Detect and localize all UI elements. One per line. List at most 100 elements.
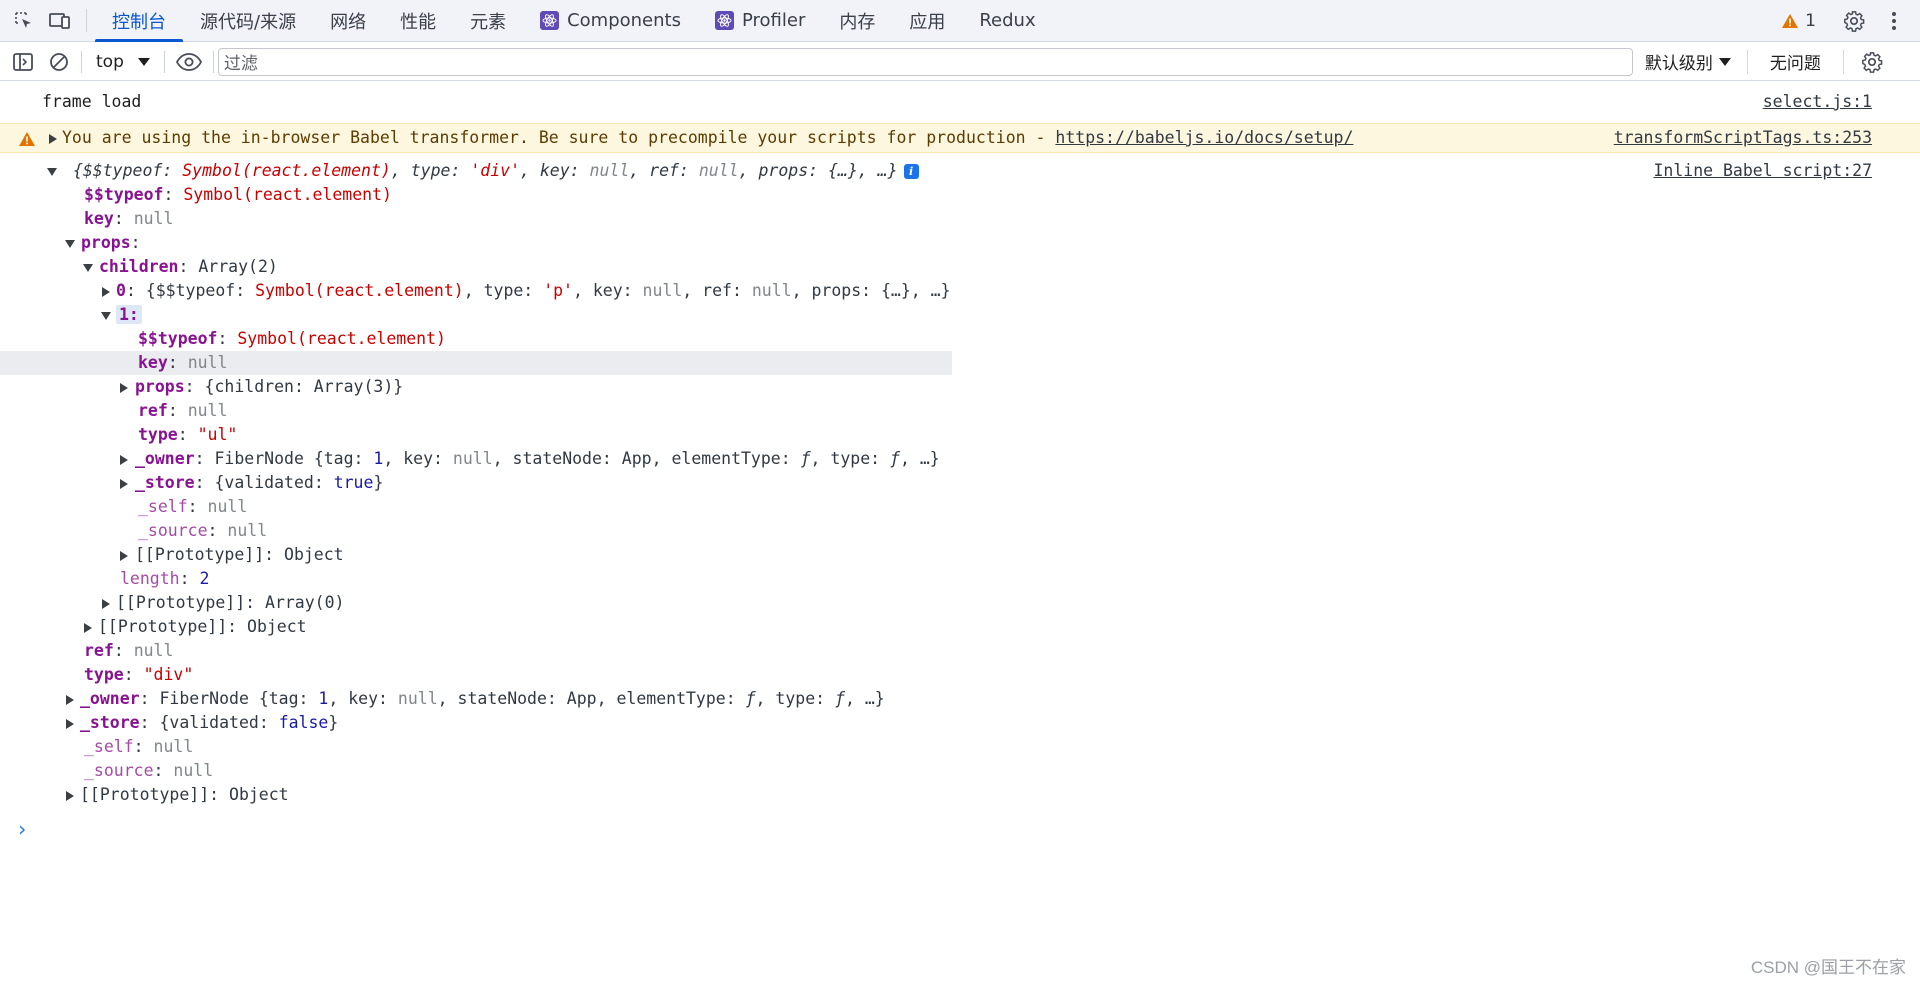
tree-node[interactable]: _store: {validated: true} — [120, 471, 383, 495]
tab-label: 元素 — [470, 11, 507, 33]
tree-node: type: "div" — [84, 665, 194, 684]
warnings-counter[interactable]: 1 — [1775, 11, 1832, 31]
watermark: CSDN @国王不在家 — [1750, 958, 1906, 977]
console-toolbar: top 过滤 默认级别 无问题 — [0, 43, 1920, 81]
dropdown-arrow-icon — [1718, 57, 1731, 66]
filter-input[interactable]: 过滤 — [217, 47, 1633, 76]
tab-label: 应用 — [909, 11, 946, 33]
expand-arrow-icon[interactable] — [102, 286, 110, 297]
tree-node[interactable]: _store: {validated: false} — [66, 711, 338, 735]
tree-node: $$typeof: Symbol(react.element) — [138, 329, 446, 348]
expand-arrow-icon[interactable] — [66, 790, 74, 801]
tab-profiler[interactable]: Profiler — [698, 0, 822, 41]
issues-button[interactable]: 无问题 — [1746, 49, 1844, 74]
tree-node[interactable]: children: Array(2) — [83, 255, 278, 279]
expand-arrow-icon[interactable] — [120, 550, 128, 561]
console-message: frame load select.js:1 — [0, 90, 1920, 114]
tree-node-selected[interactable]: 1: — [101, 303, 142, 327]
source-link[interactable]: Inline Babel script:27 — [1653, 159, 1872, 183]
tree-node[interactable]: [[Prototype]]: Object — [66, 783, 289, 807]
expand-arrow-icon[interactable] — [66, 718, 74, 729]
live-expression-eye-icon[interactable] — [169, 52, 209, 71]
warning-message: You are using the in-browser Babel trans… — [0, 123, 1920, 153]
console-output: frame load select.js:1 You are using the… — [0, 82, 1920, 986]
tab-application[interactable]: 应用 — [892, 0, 962, 41]
log-level-selector[interactable]: 默认级别 — [1633, 49, 1747, 74]
object-log-message: Inline Babel script:27 {$$typeof: Symbol… — [0, 159, 1920, 899]
divider — [81, 50, 82, 73]
tab-network[interactable]: 网络 — [313, 0, 383, 41]
tree-node: _source: null — [138, 521, 268, 540]
tree-node[interactable]: _owner: FiberNode {tag: 1, key: null, st… — [66, 687, 885, 711]
tree-node: type: "ul" — [138, 425, 238, 444]
message-text: frame load — [42, 92, 142, 111]
tree-node: $$typeof: Symbol(react.element) — [84, 185, 392, 204]
expand-arrow-icon[interactable] — [120, 454, 128, 465]
collapse-arrow-icon[interactable] — [65, 239, 75, 248]
warning-icon — [1782, 13, 1799, 28]
more-options-icon[interactable] — [1876, 11, 1912, 31]
context-selector[interactable]: top — [86, 52, 160, 72]
tab-label: 性能 — [400, 11, 437, 33]
tree-node[interactable]: [[Prototype]]: Object — [120, 543, 344, 567]
tree-node[interactable]: 0: {$$typeof: Symbol(react.element), typ… — [102, 279, 951, 303]
tree-node[interactable]: [[Prototype]]: Object — [84, 615, 307, 639]
babel-setup-link[interactable]: https://babeljs.io/docs/setup/ — [1055, 128, 1353, 147]
collapse-arrow-icon[interactable] — [101, 311, 111, 320]
warning-icon — [19, 132, 35, 146]
tab-redux[interactable]: Redux — [962, 0, 1052, 41]
tab-label: 内存 — [839, 11, 876, 33]
tab-memory[interactable]: 内存 — [822, 0, 892, 41]
log-level-value: 默认级别 — [1644, 54, 1713, 74]
dropdown-arrow-icon — [137, 57, 150, 66]
filter-placeholder: 过滤 — [223, 54, 258, 74]
tree-node[interactable]: _owner: FiberNode {tag: 1, key: null, st… — [120, 447, 940, 471]
clear-console-icon[interactable] — [41, 51, 77, 73]
tab-label: 源代码/来源 — [200, 11, 297, 33]
tree-node[interactable]: props: — [65, 231, 141, 255]
expand-arrow-icon[interactable] — [120, 382, 128, 393]
inspect-element-icon[interactable] — [6, 0, 42, 41]
device-toolbar-icon[interactable] — [42, 0, 78, 41]
tree-node: _self: null — [84, 737, 194, 756]
settings-gear-icon[interactable] — [1836, 10, 1872, 32]
issues-label: 无问题 — [1769, 54, 1821, 74]
expand-arrow-icon[interactable] — [66, 694, 74, 705]
tree-node: key: null — [84, 209, 174, 228]
devtools-tab-bar: 控制台 源代码/来源 网络 性能 元素 Components Profiler … — [0, 0, 1920, 42]
tab-label: Profiler — [741, 10, 806, 31]
divider — [86, 9, 87, 32]
tree-node: ref: null — [138, 401, 228, 420]
tab-elements[interactable]: 元素 — [453, 0, 523, 41]
tab-label: 控制台 — [112, 11, 166, 33]
info-icon[interactable]: i — [903, 164, 919, 179]
sidebar-toggle-icon[interactable] — [5, 51, 41, 73]
tab-components[interactable]: Components — [523, 0, 698, 41]
console-settings-gear-icon[interactable] — [1854, 51, 1890, 73]
tab-label: 网络 — [330, 11, 367, 33]
source-link[interactable]: select.js:1 — [1763, 90, 1872, 114]
tab-performance[interactable]: 性能 — [383, 0, 453, 41]
react-icon — [540, 11, 560, 30]
tab-console[interactable]: 控制台 — [95, 0, 183, 42]
tab-label: Components — [567, 10, 681, 31]
warning-text: You are using the in-browser Babel trans… — [62, 128, 1056, 147]
expand-arrow-icon[interactable] — [84, 622, 92, 633]
warning-count: 1 — [1805, 10, 1816, 31]
source-link[interactable]: transformScriptTags.ts:253 — [1614, 124, 1872, 152]
tree-node: ref: null — [84, 641, 174, 660]
tree-node[interactable]: [[Prototype]]: Array(0) — [102, 591, 344, 615]
console-prompt-chevron-icon[interactable]: › — [16, 817, 28, 841]
expand-arrow-icon[interactable] — [120, 478, 128, 489]
collapse-arrow-icon[interactable] — [83, 263, 93, 272]
tree-node-root[interactable]: {$$typeof: Symbol(react.element), type: … — [47, 159, 919, 183]
tree-node: _source: null — [84, 761, 214, 780]
tab-sources[interactable]: 源代码/来源 — [183, 0, 313, 41]
tree-node: length: 2 — [120, 569, 210, 588]
collapse-arrow-icon[interactable] — [47, 167, 57, 176]
divider — [163, 50, 165, 73]
tree-node[interactable]: props: {children: Array(3)} — [120, 375, 403, 399]
expand-arrow-icon[interactable] — [102, 598, 110, 609]
react-icon — [714, 11, 734, 30]
expand-arrow-icon[interactable] — [49, 134, 57, 144]
